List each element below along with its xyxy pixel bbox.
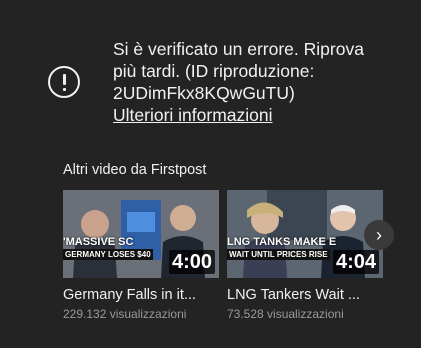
video-card[interactable]: LNG TANKS MAKE E WAIT UNTIL PRICES RISE … <box>227 190 383 321</box>
more-videos-heading: Altri video da Firstpost <box>63 162 207 178</box>
thumbnail-caption: GERMANY LOSES $40 <box>63 249 153 260</box>
video-views: 229.132 visualizzazioni <box>63 307 187 321</box>
learn-more-link[interactable]: Ulteriori informazioni <box>113 104 273 126</box>
next-videos-button[interactable]: › <box>364 220 394 250</box>
video-thumbnail[interactable]: 'MASSIVE SC GERMANY LOSES $40 4:00 <box>63 190 219 278</box>
error-line-3: 2UDimFkx8KQwGuTU) <box>113 83 295 103</box>
video-thumbnail[interactable]: LNG TANKS MAKE E WAIT UNTIL PRICES RISE … <box>227 190 383 278</box>
video-duration: 4:00 <box>168 250 215 274</box>
thumbnail-caption: WAIT UNTIL PRICES RISE <box>227 249 330 260</box>
thumbnail-headline: 'MASSIVE SC <box>63 236 134 248</box>
video-title[interactable]: LNG Tankers Wait ... <box>227 287 383 303</box>
video-views: 73.528 visualizzazioni <box>227 307 344 321</box>
error-exclamation-icon <box>48 66 80 98</box>
video-player-error-screen: Si è verificato un errore. Riprova più t… <box>0 0 421 348</box>
video-duration: 4:04 <box>332 250 379 274</box>
video-card[interactable]: 'MASSIVE SC GERMANY LOSES $40 4:00 Germa… <box>63 190 219 321</box>
error-line-1: Si è verificato un errore. Riprova <box>113 39 364 59</box>
video-title[interactable]: Germany Falls in it... <box>63 287 219 303</box>
error-line-2: più tardi. (ID riproduzione: <box>113 61 315 81</box>
chevron-right-icon: › <box>376 224 382 245</box>
thumbnail-headline: LNG TANKS MAKE E <box>227 236 337 248</box>
error-text: Si è verificato un errore. Riprova più t… <box>113 38 413 126</box>
